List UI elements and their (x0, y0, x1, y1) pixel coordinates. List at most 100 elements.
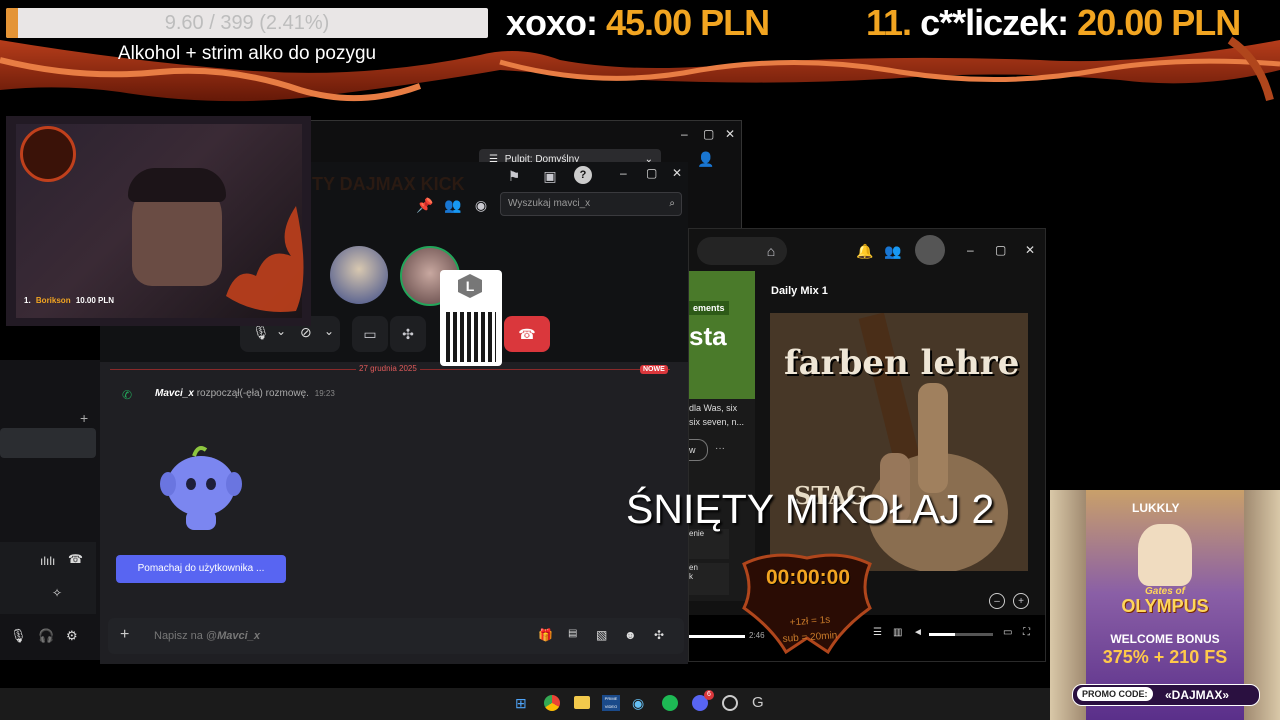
voice-panel: ılılı ☎ ✧ (0, 542, 96, 614)
taskbar: ⊞ PRIME VIDEO ◉ 6 G (0, 688, 1050, 720)
devices-icon[interactable]: ▥ (893, 627, 902, 638)
add-channel-icon[interactable]: + (80, 410, 88, 426)
friends-icon[interactable]: 👥 (883, 241, 903, 261)
feature-desc-2: six seven, n... (689, 417, 745, 427)
volume-icon[interactable]: ◄ (913, 627, 923, 638)
gift-icon[interactable]: 🎁 (538, 628, 553, 642)
streamer-hair (128, 168, 226, 202)
minimize-icon[interactable]: – (967, 243, 974, 257)
disconnect-icon[interactable]: ☎ (68, 552, 83, 566)
feature-button[interactable]: w (689, 439, 708, 461)
compose-placeholder: Napisz na @Mavci_x (154, 630, 260, 642)
gif-icon[interactable]: ▤ (568, 628, 577, 639)
webcam-frame: 1. Borikson 10.00 PLN (6, 116, 311, 326)
spotify-icon[interactable] (662, 695, 678, 711)
microphone-icon[interactable]: 🎙 (10, 628, 27, 644)
flag-icon[interactable]: ⚑ (504, 166, 524, 186)
search-placeholder: Wyszukaj mavci_x (508, 198, 591, 209)
file-explorer-icon[interactable] (574, 696, 590, 709)
channel-title: TY DAJMAX KICK (312, 174, 465, 194)
apps-icon[interactable]: ✣ (654, 628, 664, 642)
date-divider: 27 grudnia 2025 (356, 364, 420, 373)
user-icon[interactable]: 👤 (697, 151, 714, 168)
screen-icon[interactable]: ▣ (540, 166, 560, 186)
soundwave-icon[interactable]: ılılı (40, 554, 55, 568)
ticker-2-name: c**liczek: (920, 2, 1078, 43)
feature-card[interactable]: ements sta (689, 271, 755, 399)
donation-ticker-2: 11. c**liczek: 20.00 PLN (866, 2, 1241, 44)
volume-slider[interactable] (929, 633, 993, 636)
bonus-label: WELCOME BONUS (1110, 632, 1220, 646)
donation-ticker-1: xoxo: 45.00 PLN (506, 2, 770, 44)
call-icon: ✆ (122, 388, 133, 402)
obs-icon[interactable] (722, 695, 738, 711)
notifications-icon[interactable]: 🔔 (855, 241, 875, 261)
zoom-in-icon[interactable]: + (1013, 593, 1029, 609)
playlist-title: Daily Mix 1 (771, 285, 828, 297)
qr-code-overlay: L (440, 270, 502, 366)
wave-button[interactable]: Pomachaj do użytkownika ... (116, 555, 286, 583)
minimize-icon[interactable]: – (620, 166, 627, 180)
browse-icon[interactable]: ⌂ (761, 241, 781, 261)
search-input[interactable]: Wyszukaj mavci_x ⌕ (500, 192, 682, 216)
maximize-icon[interactable]: ▢ (995, 243, 1006, 257)
search-icon: ⌕ (669, 198, 675, 209)
close-icon[interactable]: ✕ (672, 166, 682, 180)
profile-icon[interactable]: ◉ (472, 196, 490, 214)
minimize-icon[interactable]: – (681, 127, 688, 141)
help-icon[interactable]: ? (574, 166, 592, 184)
zoom-out-icon[interactable]: – (989, 593, 1005, 609)
close-icon[interactable]: ✕ (725, 127, 735, 141)
donation-goal-bar: 9.60 / 399 (2.41%) (6, 8, 488, 38)
prime-video-icon[interactable]: PRIME VIDEO (602, 695, 620, 711)
chrome-icon[interactable] (544, 695, 560, 711)
discord-badge: 6 (704, 690, 714, 700)
message-text: rozpoczął(-ęła) rozmowę. (193, 388, 309, 399)
sticker-icon[interactable]: ▧ (596, 628, 607, 642)
sidebar-item-active[interactable] (0, 428, 96, 458)
activities-button[interactable]: ✣ (390, 316, 426, 352)
end-call-button[interactable]: ☎ (504, 316, 550, 352)
message-composer[interactable]: + Napisz na @Mavci_x 🎁 ▤ ▧ ☻ ✣ (108, 618, 684, 654)
message-user[interactable]: Mavci_x (155, 388, 194, 399)
streamer-logo-icon (20, 126, 76, 182)
share-screen-button[interactable]: ▭ (352, 316, 388, 352)
app-g-icon[interactable]: G (752, 694, 764, 711)
timer-text: 00:00:00 (765, 566, 851, 589)
message-time: 19:23 (314, 389, 335, 398)
headphones-icon[interactable]: 🎧 (38, 628, 54, 644)
maximize-icon[interactable]: ▢ (646, 166, 657, 180)
microphone-icon: 🎙 (252, 324, 270, 340)
feature-desc-1: dla Was, six (689, 403, 738, 413)
steam-icon[interactable]: ◉ (632, 695, 644, 712)
ticker-2-rank: 11. (866, 2, 921, 43)
avatar[interactable] (915, 235, 945, 265)
close-icon[interactable]: ✕ (1025, 243, 1035, 257)
ticker-2-amount: 20.00 PLN (1077, 2, 1241, 43)
ticker-1-amount: 45.00 PLN (606, 2, 770, 43)
settings-icon[interactable]: ⚙ (66, 628, 78, 644)
goal-text: 9.60 / 399 (2.41%) (164, 12, 330, 34)
miniplayer-icon[interactable]: ▭ (1003, 627, 1012, 638)
emoji-icon[interactable]: ☻ (624, 628, 637, 642)
caller-avatar[interactable] (330, 246, 388, 304)
goal-subtitle: Alkohol + strim alko do pozygu (117, 43, 377, 64)
maximize-icon[interactable]: ▢ (703, 127, 714, 141)
activity-icon[interactable]: ✧ (52, 586, 62, 600)
ad-brand: LUKKLY (1132, 501, 1180, 515)
more-icon[interactable]: ··· (715, 443, 725, 454)
attach-icon[interactable]: + (120, 626, 129, 644)
bonus-value: 375% + 210 FS (1102, 647, 1228, 667)
casino-ad[interactable]: LUKKLY Gates of OLYMPUS WELCOME BONUS 37… (1050, 490, 1280, 720)
game-name-2: OLYMPUS (1121, 596, 1209, 616)
fullscreen-icon[interactable]: ⛶ (1023, 627, 1030, 638)
ticker-1-name: xoxo: (506, 2, 607, 43)
album-title: farben lehre (784, 343, 1020, 383)
wumpus-illustration (160, 446, 242, 530)
pin-icon[interactable]: 📌 (416, 196, 434, 214)
promo-code: «DAJMAX» (1165, 688, 1230, 702)
add-user-icon[interactable]: 👥 (444, 196, 462, 214)
list-item[interactable]: enie (689, 529, 729, 559)
windows-start-icon[interactable]: ⊞ (515, 695, 527, 712)
list-item[interactable]: en k (689, 563, 729, 595)
